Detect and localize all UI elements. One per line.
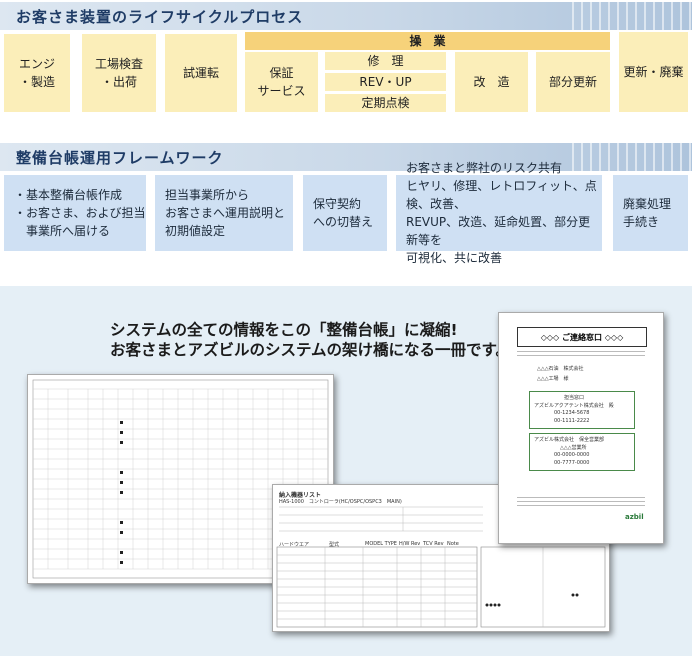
operation-periodic-inspection: 定期点検 — [325, 94, 446, 112]
framework-text: ・基本整備台帳作成 — [14, 188, 123, 202]
framework-text: REVUP、改造、延命処置、部分更新等を — [406, 215, 591, 247]
framework-title: 整備台帳運用フレームワーク — [16, 149, 224, 167]
operation-header: 操 業 — [245, 32, 610, 50]
operation-repair: 修 理 — [325, 52, 446, 70]
band-decoration — [572, 143, 692, 171]
contact-fax-1: 00-1111-2222 — [554, 418, 590, 424]
contact-customer-dept: △△△工場 様 — [537, 376, 569, 382]
contact-section2-head: アズビル株式会社 保全営業部 — [534, 437, 605, 443]
lifecycle-header-band: お客さま装置のライフサイクルプロセス — [0, 2, 692, 30]
framework-text: への切替え — [313, 215, 374, 229]
system-headline-1: システムの全ての情報をこの「整備台帳」に凝縮! — [110, 321, 458, 339]
framework-text: 事業所へ届ける — [14, 224, 111, 238]
framework-box-risk-sharing: お客さまと弊社のリスク共有 ヒヤリ、修理、レトロフィット、点検、改善、 REVU… — [396, 161, 602, 265]
contact-window-image: ◇◇◇ ご連絡窓口 ◇◇◇ △△△石油 株式会社 △△△工場 様 担当窓口 アズ… — [498, 312, 664, 544]
contact-customer-name: △△△石油 株式会社 — [537, 366, 584, 372]
framework-box-explanation: 担当事業所から お客さまへ運用説明と 初期値設定 — [155, 175, 293, 251]
contact-section2-company: △△△営業所 — [560, 445, 587, 451]
stage-trial-run: 試運転 — [165, 34, 237, 112]
stage-warranty-service: 保証 サービス — [245, 52, 318, 112]
contact-fax-2: 00-7777-0000 — [554, 460, 590, 466]
stage-renewal-disposal: 更新・廃棄 — [619, 32, 688, 112]
framework-text: 担当事業所から — [165, 188, 250, 202]
contact-section1-head: 担当窓口 — [564, 395, 585, 401]
framework-text: 保守契約 — [313, 197, 362, 211]
azbil-logo: azbil — [625, 513, 644, 521]
contact-phone-2: 00-0000-0000 — [554, 452, 590, 458]
framework-text: お客さまと弊社のリスク共有 — [406, 161, 563, 175]
framework-box-disposal: 廃棄処理 手続き — [613, 175, 688, 251]
framework-text: お客さまへ運用説明と — [165, 206, 286, 220]
contact-section1-company: アズビルアクアテント株式会社 殿 — [534, 403, 614, 409]
band-decoration — [572, 2, 692, 30]
framework-text: ヒヤリ、修理、レトロフィット、点検、改善、 — [406, 179, 597, 211]
framework-box-contract: 保守契約 への切替え — [303, 175, 387, 251]
framework-text: 初期値設定 — [165, 224, 226, 238]
system-headline-2: お客さまとアズビルのシステムの架け橋になる一冊です。 — [110, 341, 511, 359]
stage-partial-renewal: 部分更新 — [536, 52, 610, 112]
framework-text: 可視化、共に改善 — [406, 251, 503, 265]
contact-doc-title: ◇◇◇ ご連絡窓口 ◇◇◇ — [517, 327, 647, 347]
framework-text: ・お客さま、および担当 — [14, 206, 146, 220]
stage-factory-inspection: 工場検査 ・出荷 — [82, 34, 156, 112]
operation-revup: REV・UP — [325, 73, 446, 91]
framework-header-band: 整備台帳運用フレームワーク — [0, 143, 692, 171]
lifecycle-title: お客さま装置のライフサイクルプロセス — [16, 8, 304, 26]
stage-engineering: エンジ ・製造 — [4, 34, 70, 112]
stage-modification: 改 造 — [455, 52, 528, 112]
contact-phone-1: 00-1234-5678 — [554, 410, 590, 416]
contact-section-2: アズビル株式会社 保全営業部 △△△営業所 00-0000-0000 00-77… — [529, 433, 635, 471]
framework-box-ledger: ・基本整備台帳作成 ・お客さま、および担当 事業所へ届ける — [4, 175, 146, 251]
contact-section-1: 担当窓口 アズビルアクアテント株式会社 殿 00-1234-5678 00-11… — [529, 391, 635, 429]
framework-text: 廃棄処理 — [623, 197, 672, 211]
framework-text: 手続き — [623, 215, 660, 229]
